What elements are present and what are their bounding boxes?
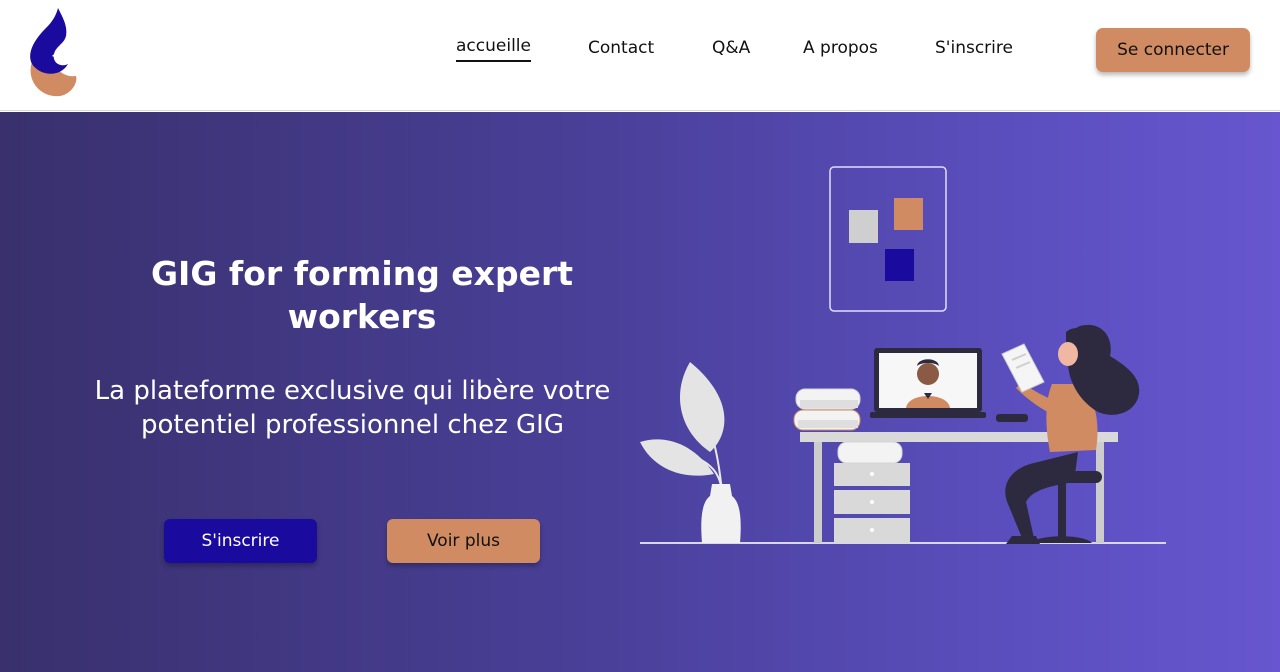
main-nav: accueille Contact Q&A A propos S'inscrir… — [0, 0, 1280, 110]
see-more-button[interactable]: Voir plus — [387, 519, 540, 563]
nav-link-qa[interactable]: Q&A — [712, 38, 750, 58]
hero-subtitle: La plateforme exclusive qui libère votre… — [94, 376, 611, 440]
nav-link-contact[interactable]: Contact — [588, 38, 654, 58]
hero-section: GIG for forming expert workers La platef… — [0, 112, 1280, 672]
woman-at-desk-illustration-icon — [640, 166, 1166, 544]
plant-icon — [640, 362, 741, 543]
signup-button[interactable]: S'inscrire — [164, 519, 317, 563]
wall-frame-icon — [829, 166, 947, 312]
nav-link-a-propos[interactable]: A propos — [803, 38, 878, 58]
nav-link-accueille[interactable]: accueille — [456, 36, 531, 62]
books-icon — [793, 388, 861, 431]
nav-link-sinscrire[interactable]: S'inscrire — [935, 38, 1013, 58]
login-button[interactable]: Se connecter — [1096, 28, 1250, 72]
navbar: accueille Contact Q&A A propos S'inscrir… — [0, 0, 1280, 111]
hero-title: GIG for forming expert workers — [150, 254, 574, 336]
